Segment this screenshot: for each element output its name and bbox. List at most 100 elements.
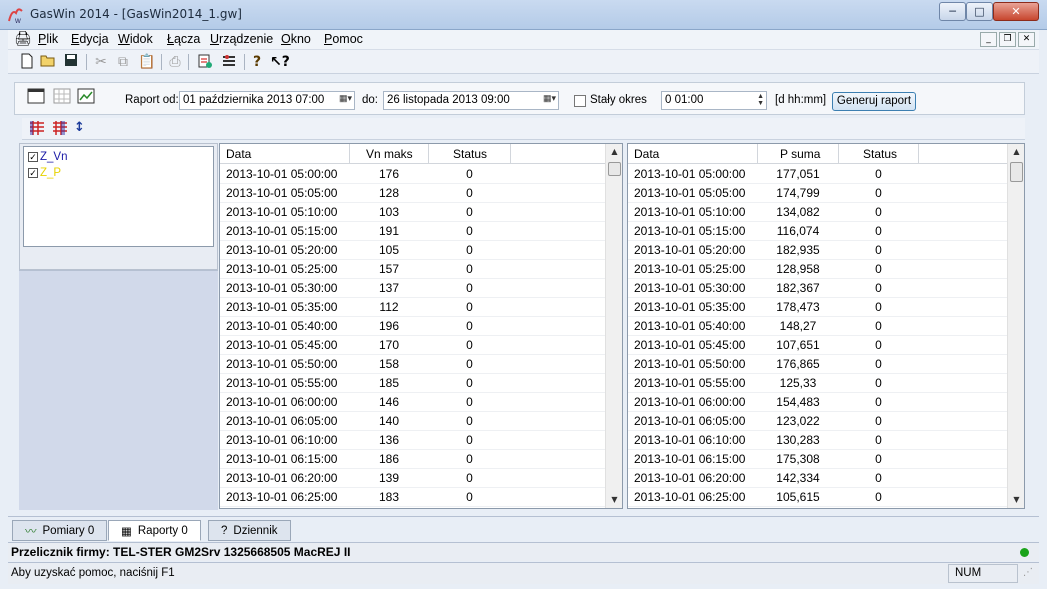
- table-row[interactable]: 2013-10-01 05:30:00 182,367 0: [628, 279, 1024, 298]
- table-row[interactable]: 2013-10-01 05:10:00 134,082 0: [628, 203, 1024, 222]
- column-header-p-suma[interactable]: P suma: [780, 147, 820, 161]
- settings-icon[interactable]: [220, 53, 238, 71]
- menu-widok[interactable]: Widok: [118, 32, 153, 46]
- menu-lacza[interactable]: Łącza: [167, 32, 200, 46]
- column-header-date[interactable]: Data: [634, 147, 659, 161]
- table-row[interactable]: 2013-10-01 05:45:00 107,651 0: [628, 336, 1024, 355]
- close-button[interactable]: ✕: [993, 2, 1039, 21]
- scroll-down-icon[interactable]: ▼: [606, 492, 622, 508]
- table-row[interactable]: 2013-10-01 06:25:00 105,615 0: [628, 488, 1024, 507]
- column-header-vn-maks[interactable]: Vn maks: [366, 147, 413, 161]
- scroll-thumb[interactable]: [1010, 162, 1023, 182]
- document-menu-icon[interactable]: 🖨: [14, 31, 32, 47]
- table-row[interactable]: 2013-10-01 06:15:00 175,308 0: [628, 450, 1024, 469]
- table-row[interactable]: 2013-10-01 05:50:00 176,865 0: [628, 355, 1024, 374]
- table-row[interactable]: 2013-10-01 05:20:00 105 0: [220, 241, 622, 260]
- scroll-up-icon[interactable]: ▲: [1008, 144, 1024, 160]
- tab-dziennik[interactable]: ? Dziennik: [208, 520, 291, 541]
- maximize-button[interactable]: □: [966, 2, 993, 21]
- mdi-restore-button[interactable]: ❐: [999, 32, 1016, 47]
- tree-item-z-vn[interactable]: ✓ Z_Vn: [28, 151, 68, 163]
- paste-icon[interactable]: 📋: [138, 53, 156, 71]
- cut-icon[interactable]: ✂: [92, 53, 110, 71]
- period-spinner[interactable]: 0 01:00 ▲ ▼: [661, 91, 767, 110]
- column-header-status[interactable]: Status: [863, 147, 897, 161]
- table-row[interactable]: 2013-10-01 05:45:00 170 0: [220, 336, 622, 355]
- table-row[interactable]: 2013-10-01 05:15:00 191 0: [220, 222, 622, 241]
- resize-grip-icon[interactable]: ⋰: [1023, 567, 1033, 578]
- table-row[interactable]: 2013-10-01 05:55:00 125,33 0: [628, 374, 1024, 393]
- column-divider[interactable]: [510, 144, 511, 164]
- table-row[interactable]: 2013-10-01 05:40:00 148,27 0: [628, 317, 1024, 336]
- table-row[interactable]: 2013-10-01 06:20:00 142,334 0: [628, 469, 1024, 488]
- table-row[interactable]: 2013-10-01 05:20:00 182,935 0: [628, 241, 1024, 260]
- table-row[interactable]: 2013-10-01 06:25:00 183 0: [220, 488, 622, 507]
- table-row[interactable]: 2013-10-01 06:15:00 186 0: [220, 450, 622, 469]
- table-row[interactable]: 2013-10-01 05:35:00 112 0: [220, 298, 622, 317]
- table-row[interactable]: 2013-10-01 06:05:00 140 0: [220, 412, 622, 431]
- minimize-button[interactable]: ─: [939, 2, 966, 21]
- vertical-scrollbar[interactable]: ▲ ▼: [1007, 144, 1024, 508]
- mdi-minimize-button[interactable]: _: [980, 32, 997, 47]
- menu-edycja[interactable]: Edycja: [71, 32, 109, 46]
- report-to-datetime[interactable]: 26 listopada 2013 09:00 ▦▾: [383, 91, 559, 110]
- report-from-datetime[interactable]: 01 października 2013 07:00 ▦▾: [179, 91, 355, 110]
- table-row[interactable]: 2013-10-01 05:25:00 157 0: [220, 260, 622, 279]
- scroll-thumb[interactable]: [608, 162, 621, 176]
- tree-item-z-p[interactable]: ✓ Z_P: [28, 167, 61, 179]
- tab-raporty[interactable]: ▦ Raporty 0: [108, 520, 201, 541]
- connect-icon[interactable]: [196, 53, 214, 71]
- table-row[interactable]: 2013-10-01 05:35:00 178,473 0: [628, 298, 1024, 317]
- table-row[interactable]: 2013-10-01 05:40:00 196 0: [220, 317, 622, 336]
- calendar-dropdown-icon[interactable]: ▦▾: [339, 93, 352, 104]
- tab-pomiary[interactable]: 〰 Pomiary 0: [12, 520, 108, 541]
- open-folder-icon[interactable]: [39, 53, 57, 71]
- save-icon[interactable]: [62, 53, 80, 71]
- table-row[interactable]: 2013-10-01 05:30:00 137 0: [220, 279, 622, 298]
- mdi-close-button[interactable]: ✕: [1018, 32, 1035, 47]
- view-table-icon[interactable]: [27, 88, 47, 106]
- table-row[interactable]: 2013-10-01 06:00:00 146 0: [220, 393, 622, 412]
- copy-icon[interactable]: ⧉: [114, 53, 132, 71]
- column-divider[interactable]: [349, 144, 350, 164]
- view-chart-icon[interactable]: [77, 88, 97, 106]
- column-divider[interactable]: [838, 144, 839, 164]
- new-file-icon[interactable]: [18, 53, 36, 71]
- table-row[interactable]: 2013-10-01 06:20:00 139 0: [220, 469, 622, 488]
- column-header-date[interactable]: Data: [226, 147, 251, 161]
- table-row[interactable]: 2013-10-01 06:00:00 154,483 0: [628, 393, 1024, 412]
- generate-report-button[interactable]: Generuj raport: [832, 92, 916, 111]
- table-row[interactable]: 2013-10-01 05:05:00 174,799 0: [628, 184, 1024, 203]
- vertical-scrollbar[interactable]: ▲ ▼: [605, 144, 622, 508]
- context-help-icon[interactable]: ↖?: [270, 53, 290, 71]
- column-divider[interactable]: [757, 144, 758, 164]
- channel-checkbox[interactable]: ✓: [28, 152, 38, 162]
- table-row[interactable]: 2013-10-01 05:15:00 116,074 0: [628, 222, 1024, 241]
- menu-okno[interactable]: Okno: [281, 32, 311, 46]
- title-bar[interactable]: w GasWin 2014 - [GasWin2014_1.gw] ─ □ ✕: [0, 0, 1047, 30]
- table-row[interactable]: 2013-10-01 05:55:00 185 0: [220, 374, 622, 393]
- calendar-dropdown-icon[interactable]: ▦▾: [543, 93, 556, 104]
- add-columns-icon[interactable]: [28, 120, 46, 138]
- table-row[interactable]: 2013-10-01 06:10:00 130,283 0: [628, 431, 1024, 450]
- column-divider[interactable]: [918, 144, 919, 164]
- table-row[interactable]: 2013-10-01 05:25:00 128,958 0: [628, 260, 1024, 279]
- table-row[interactable]: 2013-10-01 05:05:00 128 0: [220, 184, 622, 203]
- print-icon[interactable]: ⎙: [166, 53, 184, 71]
- table-row[interactable]: 2013-10-01 05:00:00 176 0: [220, 165, 622, 184]
- table-row[interactable]: 2013-10-01 05:50:00 158 0: [220, 355, 622, 374]
- menu-urzadzenie[interactable]: Urządzenie: [210, 32, 273, 46]
- table-row[interactable]: 2013-10-01 06:05:00 123,022 0: [628, 412, 1024, 431]
- help-icon[interactable]: ?: [248, 53, 266, 71]
- menu-pomoc[interactable]: Pomoc: [324, 32, 363, 46]
- column-divider[interactable]: [428, 144, 429, 164]
- channel-checkbox[interactable]: ✓: [28, 168, 38, 178]
- view-grid-icon[interactable]: [53, 88, 73, 106]
- scroll-up-icon[interactable]: ▲: [606, 144, 622, 160]
- table-row[interactable]: 2013-10-01 05:00:00 177,051 0: [628, 165, 1024, 184]
- remove-columns-icon[interactable]: [51, 120, 69, 138]
- sort-arrows-icon[interactable]: ↕: [74, 120, 92, 138]
- table-row[interactable]: 2013-10-01 06:10:00 136 0: [220, 431, 622, 450]
- fixed-period-checkbox[interactable]: [574, 95, 586, 107]
- column-header-status[interactable]: Status: [453, 147, 487, 161]
